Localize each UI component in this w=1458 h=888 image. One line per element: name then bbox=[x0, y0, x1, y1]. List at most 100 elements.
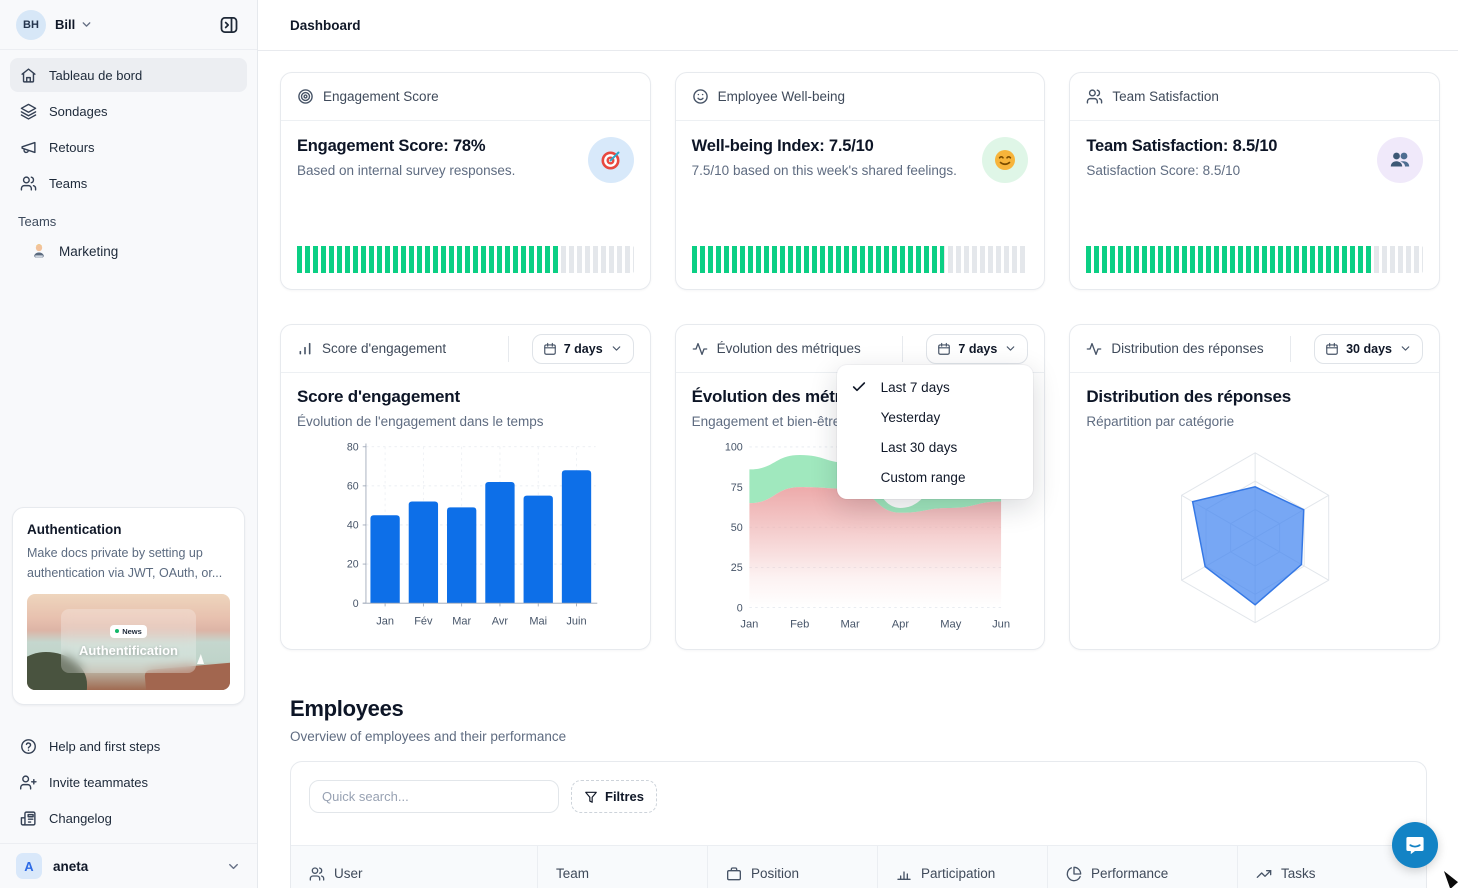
svg-text:40: 40 bbox=[347, 520, 359, 532]
progress-bar bbox=[1086, 246, 1423, 273]
stat-subtitle: Satisfaction Score: 8.5/10 bbox=[1086, 163, 1277, 178]
home-icon bbox=[20, 67, 37, 84]
progress-fill bbox=[692, 246, 945, 273]
sidebar-item-invite[interactable]: Invite teammates bbox=[10, 765, 247, 799]
app-root: BH Bill Tableau de bord Sondages Retours bbox=[0, 0, 1458, 888]
filters-label: Filtres bbox=[605, 789, 644, 804]
date-range-menu: Last 7 days Yesterday Last 30 days Custo… bbox=[837, 365, 1033, 499]
content: Engagement Score Engagement Score: 78% B… bbox=[258, 51, 1458, 888]
chart-subtitle: Évolution de l'engagement dans le temps bbox=[297, 414, 634, 429]
sidebar-item-label: Changelog bbox=[49, 811, 112, 826]
card-header-label: Distribution des réponses bbox=[1111, 341, 1263, 356]
sidebar-item-help[interactable]: Help and first steps bbox=[10, 729, 247, 763]
column-header-team[interactable]: Team bbox=[538, 846, 708, 888]
news-badge: News bbox=[110, 625, 147, 638]
svg-text:Fév: Fév bbox=[414, 615, 433, 627]
svg-text:0: 0 bbox=[353, 598, 359, 610]
card-body: Score d'engagement Évolution de l'engage… bbox=[281, 373, 650, 649]
svg-text:Apr: Apr bbox=[891, 618, 909, 630]
user-avatar[interactable]: BH bbox=[16, 10, 46, 40]
card-body: Well-being Index: 7.5/10 7.5/10 based on… bbox=[676, 121, 1045, 289]
employees-section-header: Employees Overview of employees and thei… bbox=[258, 650, 1458, 744]
sidebar-item-retours[interactable]: Retours bbox=[10, 130, 247, 164]
svg-text:Juin: Juin bbox=[566, 615, 586, 627]
card-header-label: Team Satisfaction bbox=[1112, 89, 1219, 104]
filters-button[interactable]: Filtres bbox=[571, 780, 657, 813]
menu-item-custom-range[interactable]: Custom range bbox=[837, 462, 1033, 492]
megaphone-icon bbox=[20, 139, 37, 156]
sidebar-item-changelog[interactable]: Changelog bbox=[10, 801, 247, 835]
mouse-cursor bbox=[1442, 871, 1458, 888]
progress-bar bbox=[692, 246, 1029, 273]
svg-text:80: 80 bbox=[347, 441, 359, 453]
user-menu-trigger[interactable]: Bill bbox=[55, 17, 93, 32]
chat-launcher-button[interactable] bbox=[1392, 822, 1438, 868]
workspace-name: aneta bbox=[53, 859, 88, 874]
chevron-down-icon bbox=[1399, 342, 1412, 355]
sidebar-item-label: Tableau de bord bbox=[49, 68, 142, 83]
column-header-position[interactable]: Position bbox=[708, 846, 878, 888]
sidebar-item-tableau-de-bord[interactable]: Tableau de bord bbox=[10, 58, 247, 92]
progress-bar bbox=[297, 246, 634, 273]
menu-item-yesterday[interactable]: Yesterday bbox=[837, 402, 1033, 432]
divider bbox=[508, 336, 509, 362]
promo-title: Authentication bbox=[27, 522, 230, 537]
user-name: Bill bbox=[55, 17, 75, 32]
calendar-icon bbox=[1325, 342, 1339, 356]
workspace-avatar: A bbox=[16, 853, 42, 879]
employees-title: Employees bbox=[290, 696, 1426, 722]
date-range-button[interactable]: 30 days bbox=[1314, 334, 1423, 364]
smiley-icon bbox=[692, 88, 709, 105]
card-header: Distribution des réponses 30 days bbox=[1070, 325, 1439, 373]
column-chart-icon bbox=[297, 341, 313, 357]
sidebar-item-teams[interactable]: Teams bbox=[10, 166, 247, 200]
calendar-icon bbox=[937, 342, 951, 356]
target-emoji-icon bbox=[588, 137, 634, 183]
menu-item-last-30-days[interactable]: Last 30 days bbox=[837, 432, 1033, 462]
layers-icon bbox=[20, 103, 37, 120]
users-icon bbox=[20, 175, 37, 192]
sidebar-collapse-button[interactable] bbox=[213, 9, 245, 41]
employees-table-card: Filtres User Team Position bbox=[290, 761, 1427, 888]
sidebar-item-label: Help and first steps bbox=[49, 739, 160, 754]
progress-fill bbox=[297, 246, 560, 273]
stat-title: Engagement Score: 78% bbox=[297, 137, 515, 156]
promo-image: News Authentification bbox=[27, 594, 230, 690]
workspace-switcher[interactable]: A aneta bbox=[0, 843, 257, 888]
stat-title: Well-being Index: 7.5/10 bbox=[692, 137, 957, 156]
date-range-button[interactable]: 7 days bbox=[926, 334, 1028, 364]
column-header-participation[interactable]: Participation bbox=[878, 846, 1048, 888]
stat-subtitle: Based on internal survey responses. bbox=[297, 163, 515, 178]
chart-card-metrics: Évolution des métriques 7 days Évolution… bbox=[675, 324, 1046, 650]
svg-text:Mai: Mai bbox=[529, 615, 547, 627]
top-bar: Dashboard bbox=[258, 0, 1458, 51]
card-header: Engagement Score bbox=[281, 73, 650, 121]
smiling-emoji-icon bbox=[982, 137, 1028, 183]
svg-text:60: 60 bbox=[347, 481, 359, 493]
users-icon bbox=[309, 866, 325, 882]
employees-subtitle: Overview of employees and their performa… bbox=[290, 729, 1426, 744]
svg-text:Jan: Jan bbox=[376, 615, 394, 627]
chat-bubble-icon bbox=[1403, 833, 1427, 857]
range-label: 30 days bbox=[1346, 342, 1392, 356]
column-header-user[interactable]: User bbox=[291, 846, 538, 888]
sidebar-item-marketing[interactable]: Marketing bbox=[10, 235, 247, 267]
date-range-button[interactable]: 7 days bbox=[532, 334, 634, 364]
promo-card-authentication[interactable]: Authentication Make docs private by sett… bbox=[12, 507, 245, 705]
svg-text:25: 25 bbox=[730, 562, 742, 574]
search-input[interactable] bbox=[309, 780, 559, 813]
activity-icon bbox=[1086, 341, 1102, 357]
trending-up-icon bbox=[1256, 866, 1272, 882]
target-icon bbox=[297, 88, 314, 105]
svg-text:Avr: Avr bbox=[492, 615, 509, 627]
svg-text:Jan: Jan bbox=[740, 618, 758, 630]
card-header-label: Évolution des métriques bbox=[717, 341, 861, 356]
activity-icon bbox=[692, 341, 708, 357]
column-header-performance[interactable]: Performance bbox=[1048, 846, 1238, 888]
stat-subtitle: 7.5/10 based on this week's shared feeli… bbox=[692, 163, 957, 178]
sidebar-item-sondages[interactable]: Sondages bbox=[10, 94, 247, 128]
menu-item-last-7-days[interactable]: Last 7 days bbox=[837, 372, 1033, 402]
chevron-down-icon bbox=[1004, 342, 1017, 355]
main-area: Dashboard Engagement Score Engagement Sc… bbox=[258, 0, 1458, 888]
stat-card-engagement: Engagement Score Engagement Score: 78% B… bbox=[280, 72, 651, 290]
